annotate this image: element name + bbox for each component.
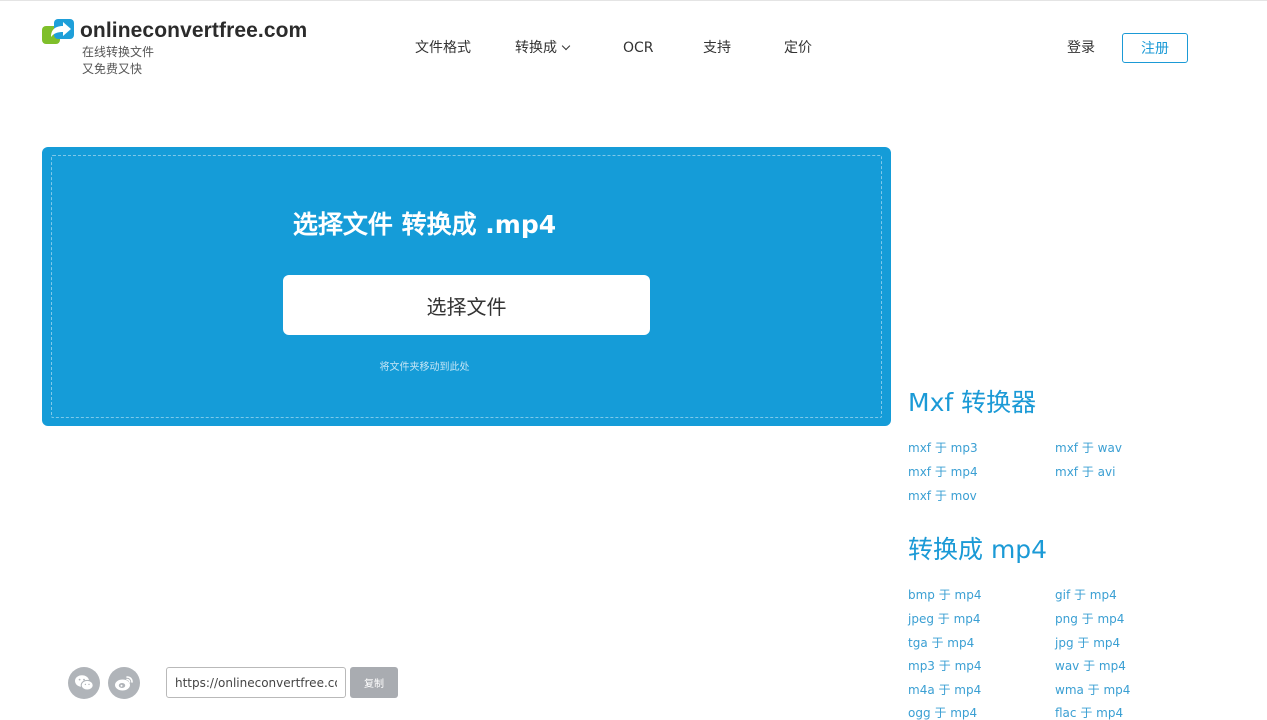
share-url-input[interactable] (166, 667, 346, 698)
link-flac-mp4[interactable]: flac 于 mp4 (1055, 705, 1123, 720)
chevron-down-icon (561, 41, 571, 51)
link-gif-mp4[interactable]: gif 于 mp4 (1055, 587, 1117, 603)
nav-pricing[interactable]: 定价 (784, 38, 812, 58)
logo-tagline-2: 又免费又快 (82, 62, 143, 76)
link-mxf-mp3[interactable]: mxf 于 mp3 (908, 440, 978, 456)
link-wma-mp4[interactable]: wma 于 mp4 (1055, 682, 1130, 698)
link-wav-mp4[interactable]: wav 于 mp4 (1055, 658, 1126, 674)
nav-convert-to-label: 转换成 (515, 40, 557, 56)
logo-tagline-1: 在线转换文件 (82, 45, 155, 59)
link-mp3-mp4[interactable]: mp3 于 mp4 (908, 658, 982, 674)
link-png-mp4[interactable]: png 于 mp4 (1055, 611, 1124, 627)
link-tga-mp4[interactable]: tga 于 mp4 (908, 635, 974, 651)
link-m4a-mp4[interactable]: m4a 于 mp4 (908, 682, 981, 698)
nav-support[interactable]: 支持 (703, 38, 731, 58)
site-logo[interactable]: onlineconvertfree.com 在线转换文件 又免费又快 (42, 18, 307, 78)
wechat-icon (75, 675, 94, 691)
weibo-share-button[interactable] (108, 667, 140, 699)
nav-ocr[interactable]: OCR (623, 38, 654, 58)
weibo-icon (115, 676, 133, 691)
logo-title: onlineconvertfree.com (80, 19, 308, 42)
link-mxf-wav[interactable]: mxf 于 wav (1055, 440, 1122, 456)
drop-hint: 将文件夹移动到此处 (379, 362, 470, 373)
link-jpeg-mp4[interactable]: jpeg 于 mp4 (908, 611, 981, 627)
link-bmp-mp4[interactable]: bmp 于 mp4 (908, 587, 982, 603)
convert-arrow-logo-icon (42, 19, 74, 44)
link-mxf-avi[interactable]: mxf 于 avi (1055, 464, 1115, 480)
link-mxf-mp4[interactable]: mxf 于 mp4 (908, 464, 978, 480)
nav-file-formats[interactable]: 文件格式 (415, 38, 471, 58)
copy-button[interactable]: 复制 (350, 667, 398, 698)
link-mxf-mov[interactable]: mxf 于 mov (908, 488, 977, 504)
choose-file-button[interactable]: 选择文件 (283, 275, 650, 335)
wechat-share-button[interactable] (68, 667, 100, 699)
login-link[interactable]: 登录 (1067, 38, 1095, 58)
register-button[interactable]: 注册 (1122, 33, 1188, 63)
link-ogg-mp4[interactable]: ogg 于 mp4 (908, 705, 977, 720)
top-divider (0, 0, 1267, 4)
nav-convert-to[interactable]: 转换成 (515, 38, 571, 58)
mxf-converter-title: Mxf 转换器 (908, 388, 1037, 417)
link-jpg-mp4[interactable]: jpg 于 mp4 (1055, 635, 1120, 651)
convert-to-mp4-title: 转换成 mp4 (908, 535, 1048, 564)
upload-title: 选择文件 转换成 .mp4 (292, 210, 557, 239)
